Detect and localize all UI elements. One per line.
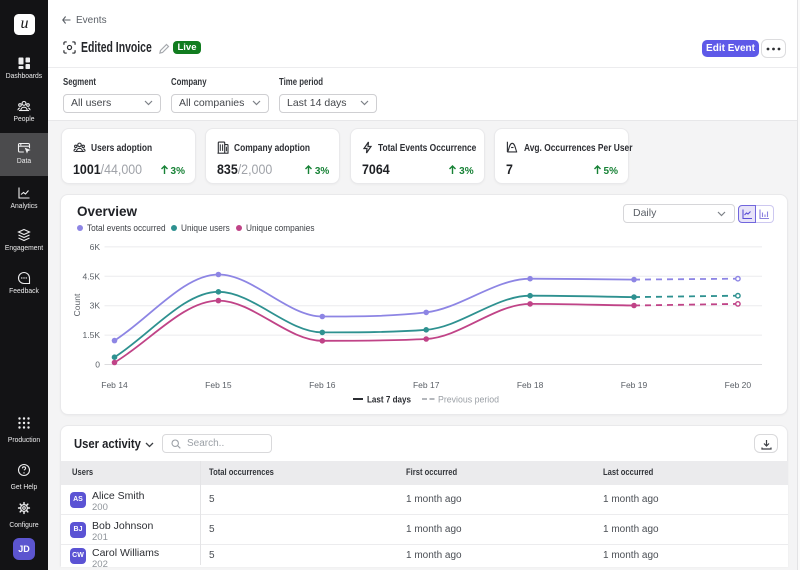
svg-text:Count: Count xyxy=(72,293,82,316)
svg-text:Last 7 days: Last 7 days xyxy=(367,395,411,406)
svg-text:Feb 18: Feb 18 xyxy=(517,380,544,390)
svg-text:0: 0 xyxy=(95,360,100,370)
svg-text:4.5K: 4.5K xyxy=(83,271,101,281)
svg-text:Previous period: Previous period xyxy=(438,395,499,406)
svg-text:3K: 3K xyxy=(90,301,101,311)
svg-text:Feb 15: Feb 15 xyxy=(205,380,232,390)
svg-text:Feb 17: Feb 17 xyxy=(413,380,440,390)
svg-text:Feb 16: Feb 16 xyxy=(309,380,336,390)
svg-text:6K: 6K xyxy=(90,242,101,252)
svg-text:1.5K: 1.5K xyxy=(83,330,101,340)
svg-text:Feb 14: Feb 14 xyxy=(101,380,128,390)
svg-text:Feb 19: Feb 19 xyxy=(621,380,648,390)
svg-text:Feb 20: Feb 20 xyxy=(725,380,752,390)
